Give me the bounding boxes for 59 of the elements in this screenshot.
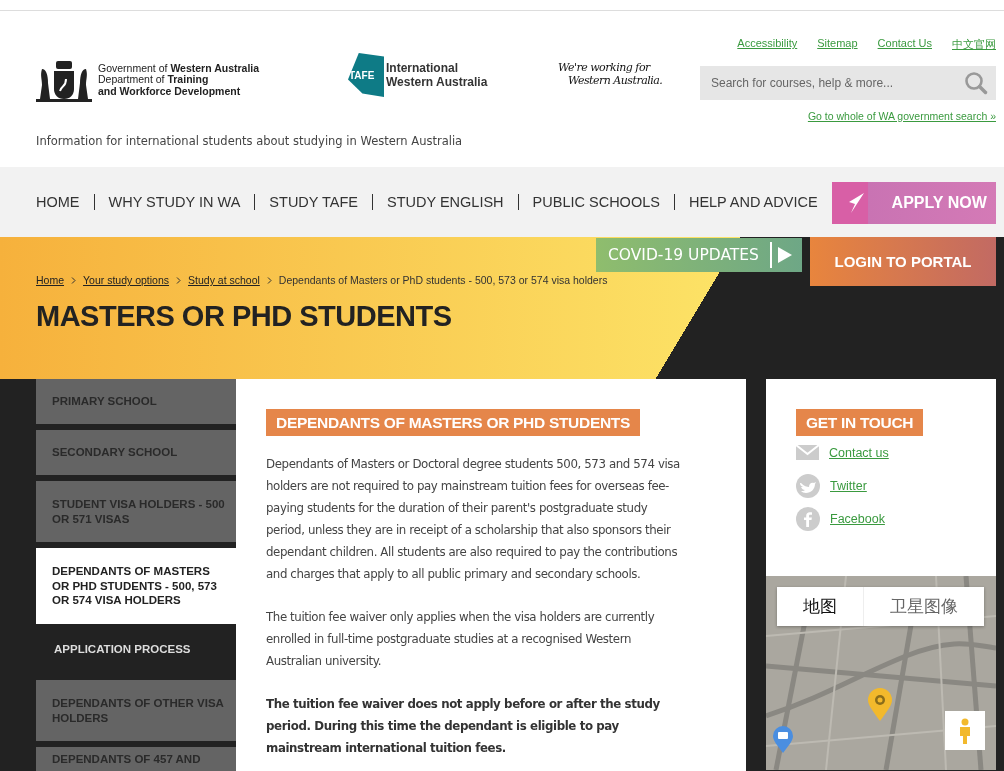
- utility-link[interactable]: Accessibility: [737, 37, 798, 57]
- arrow-cursor-icon: [847, 192, 866, 214]
- logo-text: Western Australia: [386, 75, 488, 89]
- chevron-icon: [71, 276, 76, 284]
- chevron-icon: [176, 276, 182, 284]
- breadcrumb-current: Dependants of Masters or PhD students - 500, 573 or 574 visa holders: [278, 274, 608, 286]
- login-to-portal-button[interactable]: LOGIN TO PORTAL: [810, 237, 996, 286]
- nav-link[interactable]: WHY STUDY IN WA: [93, 194, 255, 210]
- sidebar-item[interactable]: SECONDARY SCHOOL: [36, 430, 236, 475]
- sidebar-item[interactable]: DEPENDANTS OF MASTERS OR PHD STUDENTS - 500, 573 OR 574 VISA HOLDERS: [36, 548, 236, 624]
- nav-link[interactable]: HOME: [36, 194, 94, 210]
- nav-link[interactable]: STUDY ENGLISH: [372, 194, 518, 210]
- apply-now-button[interactable]: APPLY NOW: [831, 182, 996, 224]
- gov-search-link[interactable]: Go to whole of WA government search »: [807, 110, 996, 122]
- breadcrumb-link[interactable]: Your study options: [83, 274, 170, 286]
- facebook-icon: [796, 506, 820, 531]
- tagline: Information for international students about studying in Western Australia: [36, 134, 464, 148]
- map-type-tab[interactable]: 卫星图像: [863, 587, 984, 626]
- sidebar-item[interactable]: STUDENT VISA HOLDERS - 500 OR 571 VISAS: [36, 481, 236, 542]
- contact-link[interactable]: Contact us: [829, 445, 889, 460]
- breadcrumb-link[interactable]: Home: [36, 274, 64, 286]
- chevron-icon: [266, 276, 272, 284]
- slogan-text: We're working for: [558, 61, 652, 74]
- logo-text: Department of Training: [98, 74, 210, 86]
- breadcrumb-link[interactable]: Study at school: [188, 274, 260, 286]
- sidebar-item[interactable]: DEPENDANTS OF 457 AND: [36, 747, 236, 771]
- twitter-bird-icon: [796, 473, 820, 498]
- logo-text: Government of Western Australia: [98, 62, 260, 75]
- utility-link[interactable]: Sitemap: [817, 37, 858, 57]
- map-marker-icon: [773, 726, 793, 754]
- covid-updates-button[interactable]: COVID-19 UPDATES: [596, 238, 802, 272]
- slogan-text: Western Australia.: [567, 74, 664, 87]
- nav-link[interactable]: HELP AND ADVICE: [673, 194, 832, 210]
- person-icon: [959, 717, 971, 744]
- contact-link[interactable]: Facebook: [830, 511, 885, 526]
- nav-link[interactable]: STUDY TAFE: [254, 194, 372, 210]
- location-pin-icon: [867, 688, 893, 722]
- paragraph: The tuition fee waiver does not apply before or after the study period. During this time the dependant is eligible to pay mainstream international tuition fees.: [266, 696, 661, 757]
- nav-link[interactable]: PUBLIC SCHOOLS: [517, 194, 674, 210]
- paragraph: Dependants of Masters or Doctoral degree students 500, 573 and 574 visa holders are not required to pay mainstream tuition fees for overseas fee-paying students for the duration of their parent's postgraduate study period, unless they are in receipt of a scholarship that also sponsors their dependant children. All students are also required to pay the contributions and charges that apply to all public primary and secondary schools.: [266, 456, 681, 583]
- play-icon: [770, 242, 794, 268]
- page-title: MASTERS OR PHD STUDENTS: [36, 300, 453, 333]
- utility-link[interactable]: Contact Us: [877, 37, 932, 57]
- search-icon: [964, 71, 988, 95]
- contact-link[interactable]: Twitter: [830, 478, 867, 493]
- sidebar-item[interactable]: APPLICATION PROCESS: [36, 624, 236, 674]
- tafe-logo-badge: TAFE: [348, 53, 384, 97]
- street-view-button[interactable]: [945, 711, 985, 750]
- logo-text: International: [386, 61, 459, 75]
- map-type-tab[interactable]: 地图: [777, 587, 863, 626]
- sidebar-item[interactable]: PRIMARY SCHOOL: [36, 379, 236, 424]
- search-field[interactable]: Search for courses, help & more...: [700, 66, 996, 100]
- section-heading: DEPENDANTS OF MASTERS OR PHD STUDENTS: [266, 409, 641, 436]
- envelope-icon: [796, 445, 819, 460]
- sidebar-item[interactable]: DEPENDANTS OF OTHER VISA HOLDERS: [36, 680, 236, 741]
- paragraph: The tuition fee waiver only applies when the visa holders are currently enrolled in full-time postgraduate studies at a recognised Western Australian university.: [266, 609, 656, 670]
- utility-link[interactable]: 中文官网: [952, 37, 996, 57]
- section-heading: GET IN TOUCH: [796, 409, 924, 436]
- logo-text: and Workforce Development: [98, 85, 242, 98]
